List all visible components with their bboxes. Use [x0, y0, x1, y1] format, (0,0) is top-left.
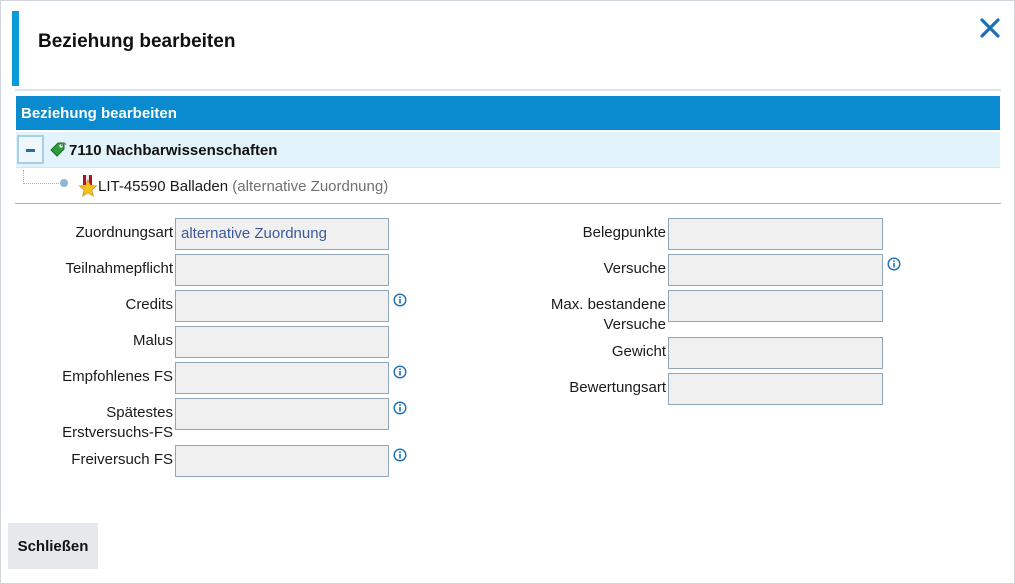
close-dialog-button[interactable]: Schließen: [8, 523, 98, 569]
label-empfohlenes-fs: Empfohlenes FS: [62, 368, 173, 385]
field-max-bestandene-versuche[interactable]: [668, 290, 883, 322]
field-gewicht[interactable]: [668, 337, 883, 369]
field-zuordnungsart[interactable]: alternative Zuordnung: [175, 218, 389, 250]
collapse-button[interactable]: [17, 135, 44, 164]
info-icon[interactable]: [393, 293, 407, 307]
dialog-header: Beziehung bearbeiten: [12, 11, 1002, 86]
field-freiversuch-fs[interactable]: [175, 445, 389, 477]
dialog-title: Beziehung bearbeiten: [38, 31, 236, 52]
info-icon[interactable]: [393, 448, 407, 462]
field-teilnahmepflicht[interactable]: [175, 254, 389, 286]
field-belegpunkte[interactable]: [668, 218, 883, 250]
label-zuordnungsart: Zuordnungsart: [75, 224, 173, 241]
close-button[interactable]: [977, 15, 1003, 41]
tree-node-dot: [60, 179, 68, 187]
label-spaetestes-erstversuchs-fs: Spätestes Erstversuchs-FS: [62, 404, 173, 441]
field-credits[interactable]: [175, 290, 389, 322]
tree-child-label[interactable]: LIT-45590 Balladen (alternative Zuordnun…: [98, 178, 388, 195]
field-bewertungsart[interactable]: [668, 373, 883, 405]
label-gewicht: Gewicht: [611, 343, 666, 360]
info-icon[interactable]: [393, 365, 407, 379]
label-max-bestandene-versuche: Max. bestandene Versuche: [550, 296, 666, 333]
tree-child-node[interactable]: LIT-45590 Balladen (alternative Zuordnun…: [16, 170, 1000, 202]
label-credits: Credits: [125, 296, 173, 313]
tree-child-note: (alternative Zuordnung): [232, 178, 389, 195]
info-icon[interactable]: [887, 257, 901, 271]
close-icon: [980, 18, 1000, 38]
tree-root-label[interactable]: 7110 Nachbarwissenschaften: [69, 142, 277, 159]
edit-relation-dialog: Beziehung bearbeiten Beziehung bearbeite…: [0, 0, 1015, 584]
header-accent-bar: [12, 11, 19, 86]
tree-root-node[interactable]: 7110 Nachbarwissenschaften: [16, 132, 1000, 168]
label-teilnahmepflicht: Teilnahmepflicht: [65, 260, 173, 277]
panel-title: Beziehung bearbeiten: [21, 105, 177, 122]
panel-title-bar: Beziehung bearbeiten: [16, 96, 1000, 130]
section-divider: [15, 203, 1001, 204]
label-bewertungsart: Bewertungsart: [569, 379, 666, 396]
tree-connector: [23, 170, 61, 184]
star-icon: [78, 175, 98, 197]
header-divider: [15, 89, 1001, 91]
tag-icon: [50, 142, 67, 157]
field-empfohlenes-fs[interactable]: [175, 362, 389, 394]
field-malus[interactable]: [175, 326, 389, 358]
label-malus: Malus: [132, 332, 173, 349]
info-icon[interactable]: [393, 401, 407, 415]
field-spaetestes-erstversuchs-fs[interactable]: [175, 398, 389, 430]
label-belegpunkte: Belegpunkte: [582, 224, 666, 241]
field-versuche[interactable]: [668, 254, 883, 286]
label-freiversuch-fs: Freiversuch FS: [71, 451, 173, 468]
label-versuche: Versuche: [603, 260, 666, 277]
